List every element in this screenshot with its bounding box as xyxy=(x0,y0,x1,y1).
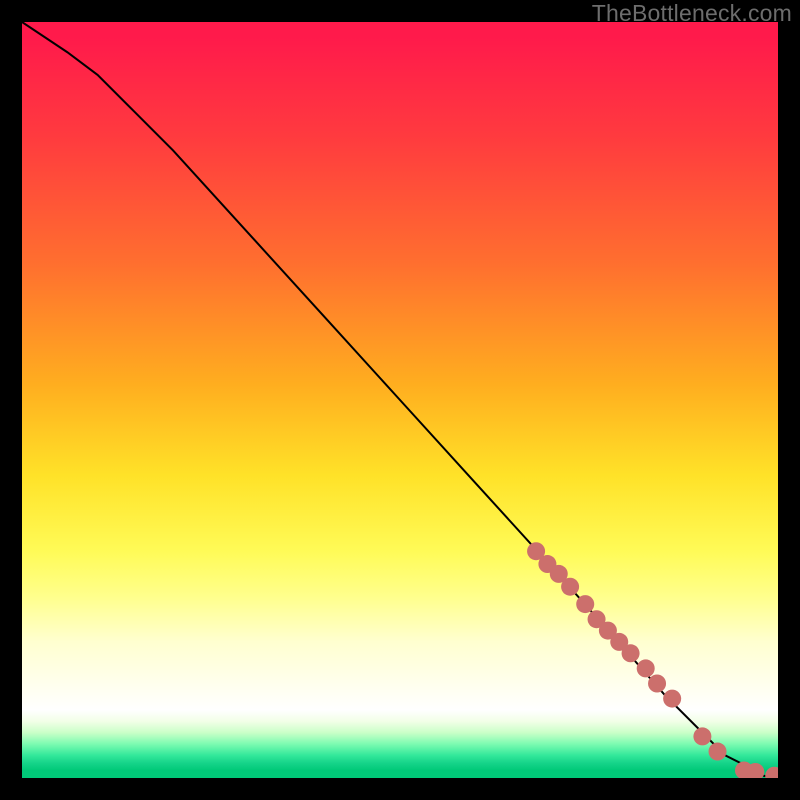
plot-area xyxy=(22,22,778,778)
curve-line xyxy=(22,22,778,778)
chart-svg xyxy=(22,22,778,778)
data-marker xyxy=(637,659,655,677)
data-marker xyxy=(693,727,711,745)
data-marker xyxy=(648,675,666,693)
chart-frame: TheBottleneck.com xyxy=(0,0,800,800)
data-marker xyxy=(576,595,594,613)
watermark-label: TheBottleneck.com xyxy=(592,0,792,27)
data-marker xyxy=(561,578,579,596)
data-marker xyxy=(663,690,681,708)
data-marker xyxy=(765,767,778,778)
data-marker xyxy=(709,743,727,761)
data-marker xyxy=(622,644,640,662)
